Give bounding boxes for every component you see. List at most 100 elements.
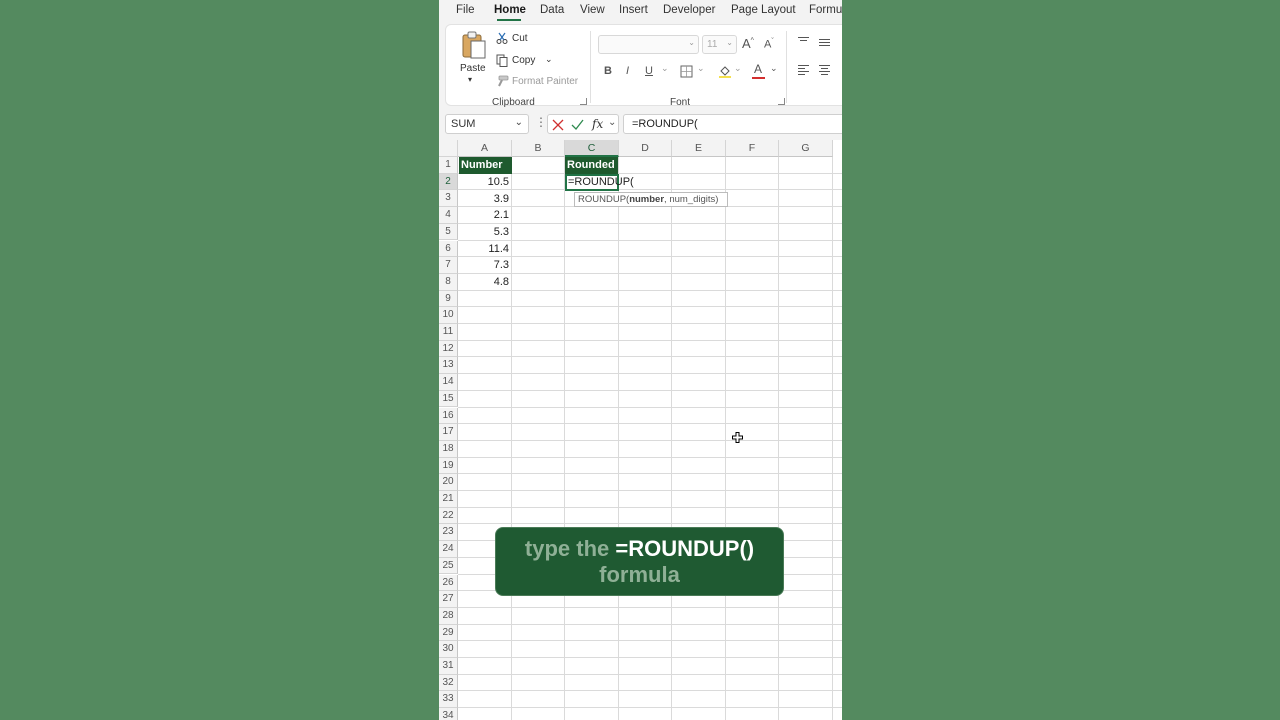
- row-header-11[interactable]: 11: [439, 324, 458, 341]
- row-gridline: [458, 657, 842, 658]
- paste-button[interactable]: Paste ▾: [456, 29, 490, 85]
- column-header-g[interactable]: G: [779, 140, 833, 157]
- row-header-28[interactable]: 28: [439, 607, 458, 625]
- row-header-8[interactable]: 8: [439, 273, 458, 291]
- align-middle-icon[interactable]: [819, 39, 830, 48]
- cell-a7[interactable]: 7.3: [459, 257, 512, 274]
- cell-a5[interactable]: 5.3: [459, 224, 512, 241]
- copy-button[interactable]: Copy ⌄: [496, 53, 566, 69]
- row-header-34[interactable]: 34: [439, 708, 458, 720]
- tab-data[interactable]: Data: [540, 4, 564, 16]
- row-header-22[interactable]: 22: [439, 507, 458, 525]
- column-header-b[interactable]: B: [512, 140, 565, 157]
- row-header-19[interactable]: 19: [439, 457, 458, 475]
- italic-button[interactable]: I: [626, 65, 629, 77]
- more-options-icon[interactable]: ⋮: [535, 115, 547, 129]
- row-header-6[interactable]: 6: [439, 240, 458, 258]
- cancel-icon[interactable]: [552, 119, 564, 131]
- row-gridline: [458, 306, 842, 308]
- active-cell-c2[interactable]: =ROUNDUP(: [565, 174, 634, 191]
- font-launcher-icon[interactable]: [778, 98, 785, 105]
- shrink-font-button[interactable]: Aˇ: [764, 38, 774, 51]
- row-gridline: [458, 189, 842, 191]
- font-color-button[interactable]: A: [754, 62, 762, 76]
- row-header-20[interactable]: 20: [439, 474, 458, 491]
- column-header-c[interactable]: C: [565, 140, 619, 157]
- cell-a1[interactable]: Number: [459, 157, 512, 174]
- chevron-down-icon[interactable]: ⌄: [661, 63, 669, 74]
- tab-home[interactable]: Home: [494, 4, 526, 16]
- row-header-26[interactable]: 26: [439, 574, 458, 592]
- row-header-30[interactable]: 30: [439, 641, 458, 658]
- font-name-select[interactable]: ⌄: [598, 35, 699, 54]
- chevron-down-icon[interactable]: ⌄: [608, 117, 616, 128]
- row-header-24[interactable]: 24: [439, 541, 458, 558]
- chevron-down-icon[interactable]: ⌄: [697, 63, 705, 74]
- font-size-select[interactable]: 11 ⌄: [702, 35, 737, 54]
- row-header-2[interactable]: 2: [439, 173, 458, 191]
- row-header-12[interactable]: 12: [439, 340, 458, 358]
- row-header-27[interactable]: 27: [439, 591, 458, 608]
- cell-a3[interactable]: 3.9: [459, 191, 512, 208]
- worksheet-grid[interactable]: ABCDEFG 1 2 3 4 5 6 7 8 9 10 11 12 13 14 15 16 17 18 19 20 2…: [439, 140, 842, 720]
- row-header-18[interactable]: 18: [439, 440, 458, 458]
- chevron-down-icon[interactable]: ⌄: [545, 54, 553, 65]
- row-header-33[interactable]: 33: [439, 691, 458, 709]
- name-box[interactable]: SUM ⌄: [445, 114, 529, 134]
- select-all-corner[interactable]: [439, 140, 458, 157]
- row-gridline: [458, 490, 842, 491]
- row-header-13[interactable]: 13: [439, 357, 458, 375]
- row-header-17[interactable]: 17: [439, 424, 458, 441]
- cell-a8[interactable]: 4.8: [459, 274, 512, 291]
- bold-button[interactable]: B: [604, 65, 612, 77]
- clipboard-launcher-icon[interactable]: [580, 98, 587, 105]
- tab-insert[interactable]: Insert: [619, 4, 648, 16]
- row-header-16[interactable]: 16: [439, 407, 458, 425]
- row-header-21[interactable]: 21: [439, 491, 458, 508]
- chevron-down-icon[interactable]: ⌄: [770, 63, 778, 74]
- row-header-7[interactable]: 7: [439, 257, 458, 274]
- cell-a4[interactable]: 2.1: [459, 207, 512, 224]
- grow-font-button[interactable]: A^: [742, 36, 754, 51]
- row-header-10[interactable]: 10: [439, 307, 458, 324]
- row-header-25[interactable]: 25: [439, 557, 458, 575]
- cut-button[interactable]: Cut: [496, 31, 556, 47]
- borders-icon[interactable]: [680, 65, 693, 78]
- tab-formulas[interactable]: Formul: [809, 4, 842, 16]
- row-header-3[interactable]: 3: [439, 190, 458, 208]
- cell-a6[interactable]: 11.4: [459, 241, 512, 258]
- row-header-15[interactable]: 15: [439, 390, 458, 408]
- align-top-icon[interactable]: [798, 37, 809, 46]
- formula-input[interactable]: =ROUNDUP(: [623, 114, 842, 134]
- row-header-9[interactable]: 9: [439, 290, 458, 308]
- row-header-5[interactable]: 5: [439, 223, 458, 241]
- fill-color-icon[interactable]: [718, 64, 732, 78]
- enter-check-icon[interactable]: [571, 119, 584, 131]
- cell-c1[interactable]: Rounded: [565, 157, 618, 174]
- cell-a2[interactable]: 10.5: [459, 174, 512, 191]
- underline-button[interactable]: U: [645, 65, 653, 77]
- tab-page-layout[interactable]: Page Layout: [731, 4, 796, 16]
- align-left-icon[interactable]: [798, 65, 809, 77]
- tab-developer[interactable]: Developer: [663, 4, 715, 16]
- row-header-4[interactable]: 4: [439, 207, 458, 224]
- insert-function-icon[interactable]: fx: [592, 117, 603, 131]
- tab-file[interactable]: File: [456, 4, 475, 16]
- column-header-e[interactable]: E: [672, 140, 726, 157]
- row-header-29[interactable]: 29: [439, 624, 458, 642]
- column-header-f[interactable]: F: [726, 140, 779, 157]
- row-header-14[interactable]: 14: [439, 374, 458, 391]
- paste-dropdown-icon[interactable]: ▾: [468, 75, 472, 84]
- row-header-32[interactable]: 32: [439, 674, 458, 692]
- column-header-d[interactable]: D: [619, 140, 672, 157]
- chevron-down-icon[interactable]: ⌄: [734, 63, 742, 74]
- column-header-a[interactable]: A: [458, 140, 512, 157]
- row-header-31[interactable]: 31: [439, 658, 458, 675]
- tab-view[interactable]: View: [580, 4, 605, 16]
- align-center-icon[interactable]: [819, 65, 830, 77]
- tooltip-current-arg[interactable]: number: [629, 194, 664, 205]
- formula-bar: SUM ⌄ ⋮ fx ⌄ =ROUNDUP(: [439, 108, 842, 140]
- format-painter-button[interactable]: Format Painter: [496, 74, 586, 90]
- row-header-1[interactable]: 1: [439, 157, 458, 174]
- row-header-23[interactable]: 23: [439, 524, 458, 542]
